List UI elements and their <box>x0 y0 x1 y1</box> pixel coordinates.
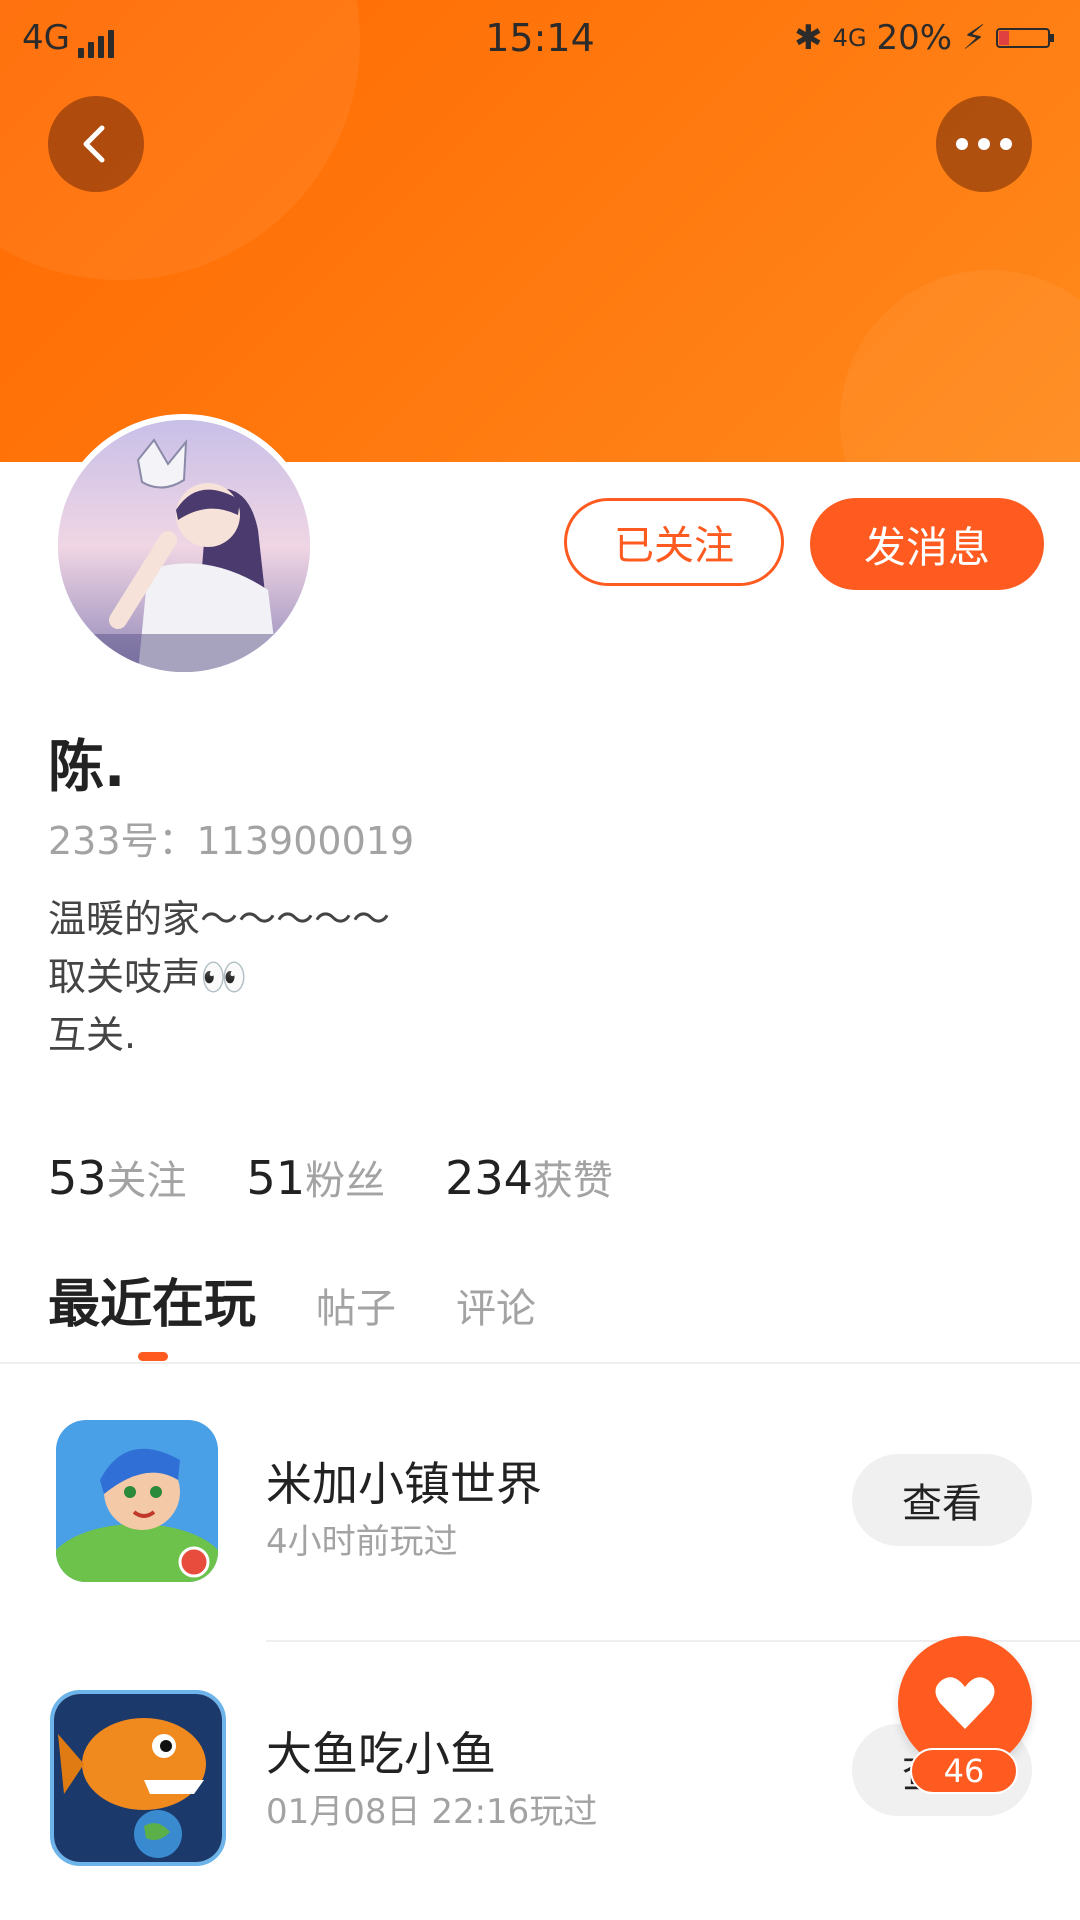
game-title: 米加小镇世界 <box>266 1457 542 1511</box>
stat-number: 53 <box>48 1151 107 1205</box>
stat-fans[interactable]: 51粉丝 <box>247 1148 386 1206</box>
more-button[interactable] <box>936 96 1032 192</box>
game-icon-miga <box>56 1420 218 1582</box>
list-item[interactable]: 米加小镇世界 4小时前玩过 查看 <box>0 1400 1080 1590</box>
network-label-2: 4G <box>832 24 867 52</box>
battery-icon <box>996 28 1054 48</box>
stat-following[interactable]: 53关注 <box>48 1148 187 1206</box>
charging-icon: ⚡ <box>962 18 986 58</box>
status-bar: 4G 15:14 ✱ 4G 20% ⚡ <box>0 0 1080 76</box>
send-message-button[interactable]: 发消息 <box>810 498 1044 590</box>
game-last-played: 4小时前玩过 <box>266 1522 458 1562</box>
view-button[interactable]: 查看 <box>852 1454 1032 1546</box>
heart-icon <box>935 1677 995 1729</box>
stat-label: 获赞 <box>532 1158 613 1204</box>
bio-line: 取关吱声👀 <box>48 955 248 999</box>
profile-bio: 温暖的家～～～～～ 取关吱声👀 互关. <box>48 890 390 1064</box>
stat-label: 粉丝 <box>305 1158 386 1204</box>
followed-button[interactable]: 已关注 <box>564 498 784 586</box>
stat-number: 51 <box>246 1151 306 1205</box>
bluetooth-icon: ✱ <box>794 18 823 58</box>
back-button[interactable] <box>48 96 144 192</box>
stat-likes[interactable]: 234获赞 <box>445 1148 613 1206</box>
like-count-badge: 46 <box>910 1748 1018 1794</box>
profile-stats: 53关注 51粉丝 234获赞 <box>48 1148 613 1206</box>
active-tab-indicator <box>138 1352 168 1361</box>
avatar-illustration <box>58 420 310 672</box>
tab-divider <box>0 1362 1080 1364</box>
profile-tabs: 最近在玩 帖子 评论 <box>48 1262 536 1337</box>
stat-label: 关注 <box>106 1158 187 1204</box>
tab-recently-played[interactable]: 最近在玩 <box>48 1262 256 1337</box>
avatar[interactable] <box>52 414 316 678</box>
battery-level: 20% <box>876 18 953 58</box>
status-right-group: ✱ 4G 20% ⚡ <box>794 18 1056 58</box>
stat-number: 234 <box>445 1151 533 1205</box>
game-icon-fish <box>50 1690 226 1866</box>
game-title: 大鱼吃小鱼 <box>266 1727 496 1781</box>
tab-comments[interactable]: 评论 <box>456 1276 536 1334</box>
more-dots-icon <box>956 138 1012 150</box>
bio-line: 互关. <box>48 1013 137 1057</box>
tab-posts[interactable]: 帖子 <box>316 1276 396 1334</box>
bio-line: 温暖的家～～～～～ <box>48 897 391 941</box>
chevron-left-icon <box>83 125 105 163</box>
game-last-played: 01月08日 22:16玩过 <box>266 1792 598 1832</box>
profile-id: 233号：113900019 <box>48 819 415 863</box>
profile-name: 陈. <box>48 735 126 800</box>
